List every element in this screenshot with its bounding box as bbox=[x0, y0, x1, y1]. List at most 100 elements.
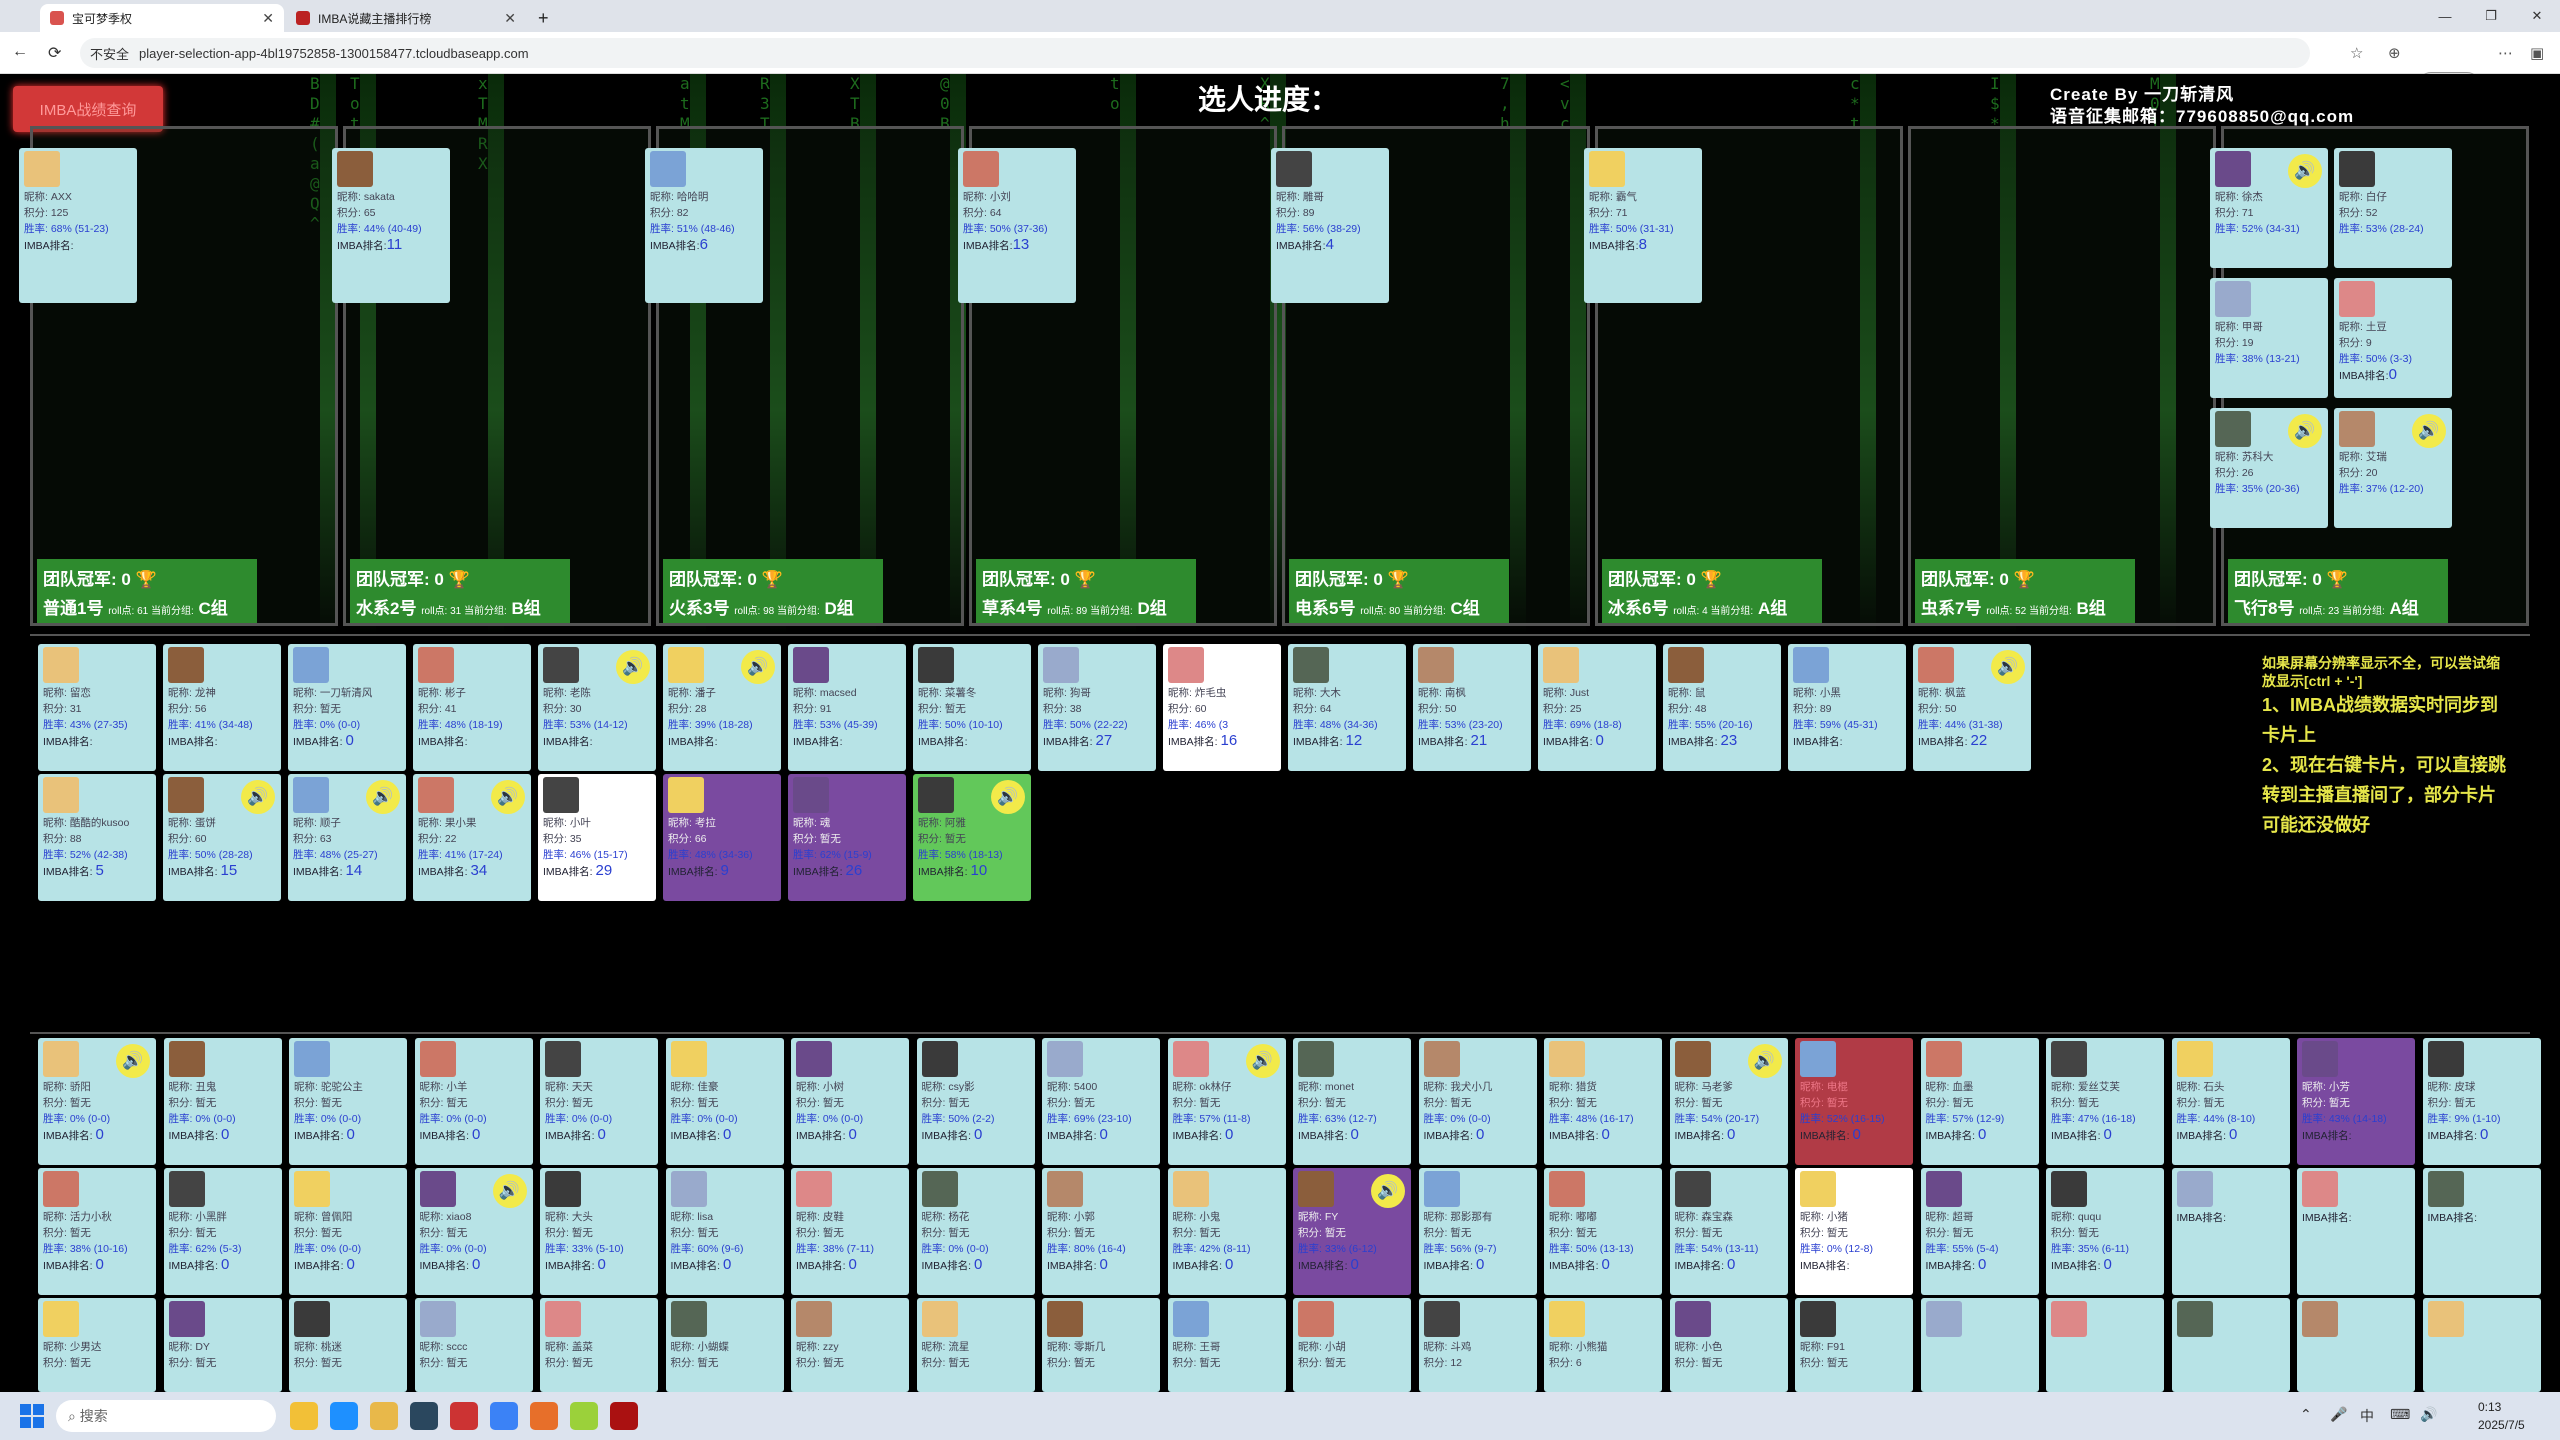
player-card[interactable]: 昵称: 王哥 积分: 暂无 bbox=[1167, 1298, 1286, 1392]
player-card[interactable]: 🔊 昵称: 老陈 积分: 30 胜率: 53% (14-12) IMBA排名: bbox=[538, 644, 656, 771]
volume-icon[interactable]: 🔊 bbox=[2420, 1406, 2437, 1423]
dota-icon[interactable] bbox=[610, 1402, 638, 1430]
tab-close-icon[interactable]: ✕ bbox=[262, 10, 274, 27]
player-card[interactable]: 🔊 昵称: 苏科大 积分: 26 胜率: 35% (20-36) bbox=[2210, 408, 2328, 528]
player-card[interactable]: 昵称: 爱丝艾芙 积分: 暂无 胜率: 47% (16-18) IMBA排名: 0 bbox=[2046, 1038, 2164, 1165]
player-card[interactable]: 🔊 昵称: 徐杰 积分: 71 胜率: 52% (34-31) bbox=[2210, 148, 2328, 268]
player-card[interactable]: 🔊 昵称: 果小果 积分: 22 胜率: 41% (17-24) IMBA排名: 34 bbox=[413, 774, 531, 901]
tab-active[interactable]: 宝可梦季权 ✕ bbox=[40, 4, 284, 32]
player-card[interactable]: 🔊 昵称: 马老爹 积分: 暂无 胜率: 54% (20-17) IMBA排名: 0 bbox=[1669, 1038, 1788, 1165]
player-card[interactable]: 昵称: 龙神 积分: 56 胜率: 41% (34-48) IMBA排名: bbox=[163, 644, 281, 771]
player-card[interactable]: 昵称: 魂积分: 暂无 胜率: 62% (15-9) IMBA排名: 26 bbox=[788, 774, 906, 901]
player-card[interactable]: 昵称: 小羊 积分: 暂无 胜率: 0% (0-0) IMBA排名: 0 bbox=[414, 1038, 533, 1165]
player-card[interactable]: 🔊 昵称: FY 积分: 暂无 胜率: 33% (6-12) IMBA排名: 0 bbox=[1293, 1168, 1411, 1295]
player-card[interactable]: 昵称: monet 积分: 暂无 胜率: 63% (12-7) IMBA排名: 0 bbox=[1293, 1038, 1411, 1165]
voice-play-icon[interactable]: 🔊 bbox=[492, 1174, 527, 1208]
player-card[interactable]: 昵称: AXX 积分: 125 胜率: 68% (51-23) IMBA排名: bbox=[19, 148, 137, 303]
player-card[interactable]: 昵称: 猎货 积分: 暂无 胜率: 48% (16-17) IMBA排名: 0 bbox=[1544, 1038, 1662, 1165]
voice-play-icon[interactable]: 🔊 bbox=[1245, 1044, 1280, 1078]
player-card[interactable]: 昵称: 白仔 积分: 52 胜率: 53% (28-24) bbox=[2334, 148, 2452, 268]
player-card[interactable]: 昵称: 小蝴蝶 积分: 暂无 bbox=[665, 1298, 784, 1392]
player-card[interactable]: 昵称: 小树 积分: 暂无 胜率: 0% (0-0) IMBA排名: 0 bbox=[791, 1038, 909, 1165]
player-card[interactable]: 昵称: 杨花 积分: 暂无 胜率: 0% (0-0) IMBA排名: 0 bbox=[916, 1168, 1035, 1295]
player-card[interactable]: 昵称: csy影 积分: 暂无 胜率: 50% (2-2) IMBA排名: 0 bbox=[916, 1038, 1035, 1165]
player-card[interactable]: 昵称: 小鬼 积分: 暂无 胜率: 42% (8-11) IMBA排名: 0 bbox=[1167, 1168, 1286, 1295]
player-card[interactable]: 昵称: 小黑胖 积分: 暂无 胜率: 62% (5-3) IMBA排名: 0 bbox=[163, 1168, 282, 1295]
player-card[interactable]: 昵称: 石头 积分: 暂无 胜率: 44% (8-10) IMBA排名: 0 bbox=[2171, 1038, 2290, 1165]
player-card[interactable]: 昵称: 小熊猫 积分: 6 bbox=[1544, 1298, 1662, 1392]
player-card[interactable]: 昵称: 曾佩阳 积分: 暂无 胜率: 0% (0-0) IMBA排名: 0 bbox=[289, 1168, 407, 1295]
player-card[interactable]: 昵称: 小黑 积分: 89 胜率: 59% (45-31) IMBA排名: bbox=[1788, 644, 1906, 771]
player-card[interactable]: 昵称: 血墨 积分: 暂无 胜率: 57% (12-9) IMBA排名: 0 bbox=[1920, 1038, 2039, 1165]
player-card[interactable] bbox=[2297, 1298, 2415, 1392]
player-card[interactable]: 昵称: 斗鸡 积分: 12 bbox=[1418, 1298, 1537, 1392]
app-icon[interactable] bbox=[370, 1402, 398, 1430]
player-card[interactable]: 昵称: 小刘 积分: 64 胜率: 50% (37-36) IMBA排名:13 bbox=[958, 148, 1076, 303]
player-card[interactable]: 昵称: 南枫 积分: 50 胜率: 53% (23-20) IMBA排名: 21 bbox=[1413, 644, 1531, 771]
voice-play-icon[interactable]: 🔊 bbox=[241, 780, 275, 814]
player-card[interactable]: 昵称: 小猪 积分: 暂无 胜率: 0% (12-8) IMBA排名: bbox=[1795, 1168, 1913, 1295]
player-card[interactable] bbox=[2422, 1298, 2541, 1392]
voice-play-icon[interactable]: 🔊 bbox=[616, 650, 650, 684]
sidebar-icon[interactable]: ▣ bbox=[2530, 44, 2544, 62]
player-card[interactable]: 昵称: lisa 积分: 暂无 胜率: 60% (9-6) IMBA排名: 0 bbox=[665, 1168, 784, 1295]
tab-inactive[interactable]: IMBA说藏主播排行榜 ✕ bbox=[286, 4, 526, 32]
player-card[interactable]: 昵称: 活力小秋 积分: 暂无 胜率: 38% (10-16) IMBA排名: 0 bbox=[38, 1168, 156, 1295]
player-card[interactable]: 🔊 昵称: xiao8 积分: 暂无 胜率: 0% (0-0) IMBA排名: 0 bbox=[414, 1168, 533, 1295]
player-card[interactable]: 昵称: DY 积分: 暂无 bbox=[163, 1298, 282, 1392]
player-card[interactable]: 🔊 昵称: 枫蓝 积分: 50 胜率: 44% (31-38) IMBA排名: 22 bbox=[1913, 644, 2031, 771]
player-card[interactable]: 昵称: 5400 积分: 暂无 胜率: 69% (23-10) IMBA排名: 0 bbox=[1042, 1038, 1160, 1165]
steam-icon[interactable] bbox=[410, 1402, 438, 1430]
player-card[interactable]: 昵称: macsed 积分: 91 胜率: 53% (45-39) IMBA排名: bbox=[788, 644, 906, 771]
player-card[interactable]: 昵称: 小胡 积分: 暂无 bbox=[1293, 1298, 1411, 1392]
minimize-icon[interactable]: — bbox=[2422, 0, 2468, 32]
player-card[interactable]: 昵称: 那影那有 积分: 暂无 胜率: 56% (9-7) IMBA排名: 0 bbox=[1418, 1168, 1537, 1295]
player-card[interactable]: 昵称: 小色 积分: 暂无 bbox=[1669, 1298, 1788, 1392]
url-field[interactable]: 不安全 player-selection-app-4bl19752858-130… bbox=[80, 38, 2310, 68]
player-card[interactable]: 昵称: 盖菜 积分: 暂无 bbox=[540, 1298, 658, 1392]
player-card[interactable] bbox=[1920, 1298, 2039, 1392]
player-card[interactable]: 昵称: 留恋 积分: 31 胜率: 43% (27-35) IMBA排名: bbox=[38, 644, 156, 771]
player-card[interactable]: IMBA排名: bbox=[2297, 1168, 2415, 1295]
edge-icon[interactable] bbox=[330, 1402, 358, 1430]
taskbar-search[interactable]: ⌕ 搜索 bbox=[56, 1400, 276, 1432]
player-card[interactable]: 昵称: 桃迷 积分: 暂无 bbox=[289, 1298, 407, 1392]
voice-play-icon[interactable]: 🔊 bbox=[116, 1044, 150, 1078]
player-card[interactable]: 昵称: 一刀斩清风 积分: 暂无 胜率: 0% (0-0) IMBA排名: 0 bbox=[288, 644, 406, 771]
voice-play-icon[interactable]: 🔊 bbox=[2412, 414, 2446, 448]
player-card[interactable]: 🔊 昵称: 顺子 积分: 63 胜率: 48% (25-27) IMBA排名: 14 bbox=[288, 774, 406, 901]
player-card[interactable]: 昵称: 哈哈明 积分: 82 胜率: 51% (48-46) IMBA排名:6 bbox=[645, 148, 763, 303]
tab-close-icon[interactable]: ✕ bbox=[504, 10, 516, 27]
voice-play-icon[interactable]: 🔊 bbox=[1747, 1044, 1782, 1078]
player-card[interactable]: 昵称: 狗哥 积分: 38 胜率: 50% (22-22) IMBA排名: 27 bbox=[1038, 644, 1156, 771]
reload-icon[interactable]: ⟳ bbox=[48, 43, 61, 63]
player-card[interactable]: IMBA排名: bbox=[2171, 1168, 2290, 1295]
player-card[interactable]: 🔊 昵称: 艾瑞 积分: 20 胜率: 37% (12-20) bbox=[2334, 408, 2452, 528]
player-card[interactable]: 昵称: 天天 积分: 暂无 胜率: 0% (0-0) IMBA排名: 0 bbox=[540, 1038, 658, 1165]
player-card[interactable]: IMBA排名: bbox=[2422, 1168, 2541, 1295]
voice-play-icon[interactable]: 🔊 bbox=[491, 780, 525, 814]
player-card[interactable]: 昵称: 大头 积分: 暂无 胜率: 33% (5-10) IMBA排名: 0 bbox=[540, 1168, 658, 1295]
player-card[interactable]: 昵称: F91 积分: 暂无 bbox=[1795, 1298, 1913, 1392]
player-card[interactable]: 昵称: 皮球 积分: 暂无 胜率: 9% (1-10) IMBA排名: 0 bbox=[2422, 1038, 2541, 1165]
player-card[interactable]: 昵称: 我犬小几 积分: 暂无 胜率: 0% (0-0) IMBA排名: 0 bbox=[1418, 1038, 1537, 1165]
favorite-icon[interactable]: ☆ bbox=[2350, 44, 2363, 62]
player-card[interactable]: 昵称: 佳豪 积分: 暂无 胜率: 0% (0-0) IMBA排名: 0 bbox=[665, 1038, 784, 1165]
player-card[interactable]: 昵称: 酷酷的kusoo 积分: 88 胜率: 52% (42-38) IMBA排名:… bbox=[38, 774, 156, 901]
player-card[interactable]: 昵称: 流星 积分: 暂无 bbox=[916, 1298, 1035, 1392]
player-card[interactable]: 昵称: Just 积分: 25 胜率: 69% (18-8) IMBA排名: 0 bbox=[1538, 644, 1656, 771]
voice-play-icon[interactable]: 🔊 bbox=[2288, 414, 2322, 448]
player-card[interactable]: 昵称: zzy 积分: 暂无 bbox=[791, 1298, 909, 1392]
player-card[interactable]: 昵称: 大木 积分: 64 胜率: 48% (34-36) IMBA排名: 12 bbox=[1288, 644, 1406, 771]
network-icon[interactable]: ⌨ bbox=[2390, 1406, 2410, 1423]
player-card[interactable]: 昵称: 炸毛虫 积分: 60 胜率: 46% (3 IMBA排名: 16 bbox=[1163, 644, 1281, 771]
close-icon[interactable]: ✕ bbox=[2514, 0, 2560, 32]
player-card[interactable]: 昵称: 森宝森 积分: 暂无 胜率: 54% (13-11) IMBA排名: 0 bbox=[1669, 1168, 1788, 1295]
voice-play-icon[interactable]: 🔊 bbox=[1991, 650, 2025, 684]
player-card[interactable]: 🔊 昵称: 蛋饼 积分: 60 胜率: 50% (28-28) IMBA排名: 15 bbox=[163, 774, 281, 901]
app-icon[interactable] bbox=[530, 1402, 558, 1430]
player-card[interactable]: 昵称: 电棍 积分: 暂无 胜率: 52% (16-15) IMBA排名: 0 bbox=[1795, 1038, 1913, 1165]
player-card[interactable]: 昵称: 驼驼公主 积分: 暂无 胜率: 0% (0-0) IMBA排名: 0 bbox=[289, 1038, 407, 1165]
file-explorer-icon[interactable] bbox=[290, 1402, 318, 1430]
windows-start-icon[interactable] bbox=[20, 1404, 44, 1428]
